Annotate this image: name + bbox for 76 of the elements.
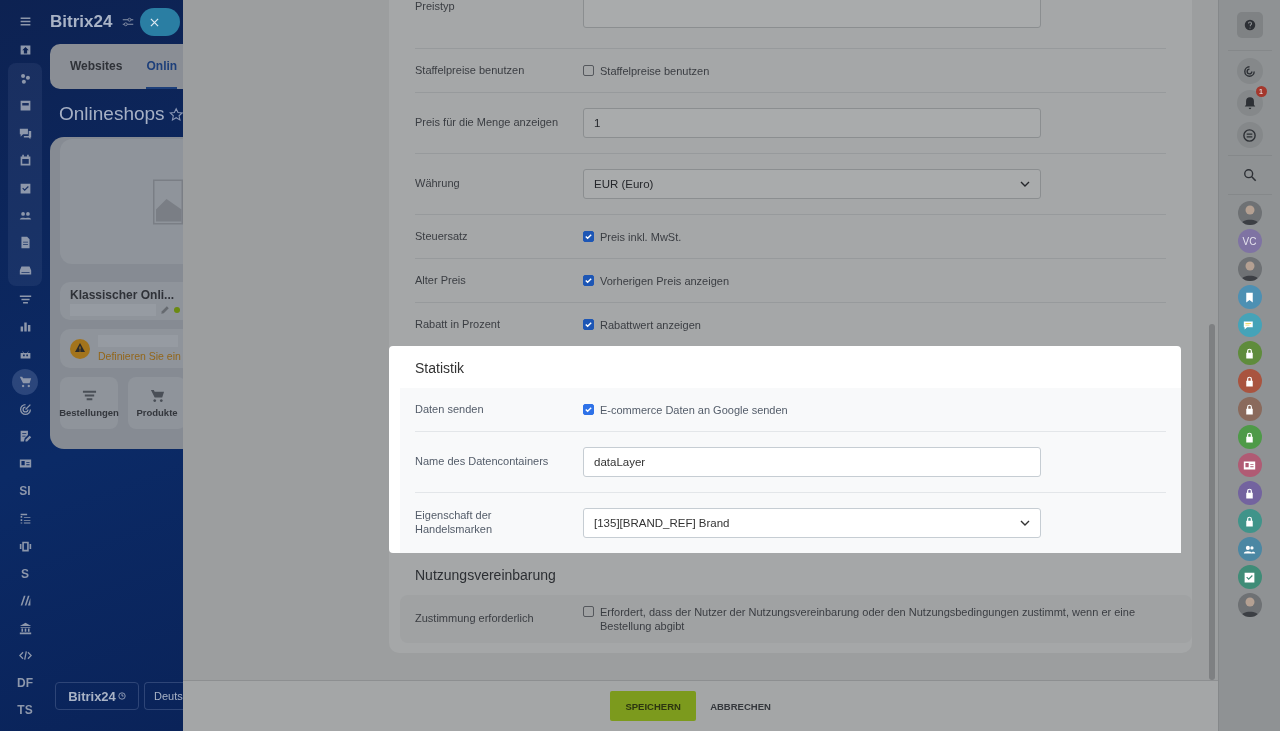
avatar[interactable] — [1237, 593, 1262, 617]
shop-tile[interactable]: Klassischer Onli... — [60, 282, 183, 320]
field-label: Daten senden — [415, 402, 485, 417]
save-button[interactable]: SPEICHERN — [610, 691, 697, 721]
cart-icon — [149, 388, 165, 403]
lock-icon — [1243, 486, 1256, 500]
avatar[interactable] — [1237, 201, 1262, 225]
field-label: Rabatt in Prozent — [415, 317, 501, 332]
shop-name: Klassischer Onli... — [70, 288, 176, 302]
close-icon — [149, 17, 159, 27]
avatar[interactable]: VC — [1237, 229, 1262, 253]
logo-button[interactable]: Bitrix24 — [55, 682, 139, 710]
checkbox[interactable] — [583, 274, 594, 286]
field-label: Name des Datencontainers — [415, 455, 550, 469]
lock-icon — [1243, 514, 1256, 528]
input-field[interactable]: 1 — [583, 108, 1041, 138]
page-title: Onlineshops — [59, 103, 165, 125]
warning-icon — [70, 338, 90, 359]
field-label: Preis für die Menge anzeigen — [415, 116, 560, 130]
chevron-icon — [1020, 181, 1030, 187]
check-icon — [1243, 570, 1256, 584]
filter-icon — [81, 388, 97, 403]
nav-label[interactable]: DF — [17, 676, 33, 691]
nav-label[interactable]: TS — [17, 703, 33, 718]
cart-icon[interactable] — [12, 368, 38, 395]
field-label: Zustimmung erforderlich — [415, 612, 535, 626]
checkbox-label[interactable]: Rabattwert anzeigen — [600, 317, 701, 332]
lock-icon — [1243, 430, 1256, 444]
field-label: Währung — [415, 177, 461, 191]
checkbox[interactable] — [583, 318, 594, 330]
checkbox[interactable] — [583, 230, 594, 242]
checkbox-label[interactable]: Vorherigen Preis anzeigen — [600, 273, 730, 288]
nav-label[interactable]: SI — [19, 484, 31, 499]
lock-icon — [1243, 402, 1256, 416]
select-field[interactable]: [135][BRAND_REF] Brand — [583, 508, 1041, 538]
cancel-button[interactable]: ABBRECHEN — [700, 700, 781, 712]
scrollbar-thumb[interactable] — [1209, 324, 1215, 680]
chevron-icon — [1020, 520, 1030, 526]
lock-icon — [1243, 374, 1256, 388]
bookmark-icon — [1243, 290, 1256, 304]
spiral-icon[interactable] — [1236, 58, 1263, 84]
nav-label[interactable]: S — [21, 566, 29, 581]
checkbox-label[interactable]: Erfordert, dass der Nutzer der Nutzungsvereinbarung oder den Nutzungsbedingungen zustimmt, wenn er eine Bestellung abgibt — [600, 605, 1160, 633]
clock-icon — [117, 692, 126, 700]
lock-icon — [1243, 346, 1256, 360]
shortcut-button[interactable]: Bestellungen — [60, 377, 118, 429]
checkbox-label[interactable]: E-commerce Daten an Google senden — [600, 402, 788, 417]
star-icon[interactable] — [168, 106, 183, 122]
checkbox-label[interactable]: Staffelpreise benutzen — [600, 63, 710, 78]
question-icon — [1243, 19, 1256, 31]
logo: Bitrix24 — [50, 12, 113, 32]
field-label: Staffelpreise benutzen — [415, 63, 526, 78]
avatar[interactable] — [1237, 257, 1262, 281]
section-title: Statistik — [415, 360, 464, 376]
sliders-icon[interactable] — [122, 16, 135, 28]
field-label: Alter Preis — [415, 273, 467, 288]
field-label: Preistyp — [415, 0, 456, 14]
close-button[interactable] — [140, 8, 181, 36]
bell-icon — [1242, 96, 1257, 110]
checkbox[interactable] — [583, 606, 594, 617]
card-icon — [1243, 458, 1256, 472]
input-field[interactable]: dataLayer — [583, 447, 1041, 477]
field-label: Eigenschaft der Handelsmarken — [415, 509, 494, 537]
tab[interactable]: Onlin — [146, 44, 178, 89]
chat-icon — [1243, 318, 1256, 332]
help-button[interactable] — [1236, 12, 1263, 38]
checkbox[interactable] — [583, 64, 594, 76]
shortcut-button[interactable]: Produkte — [128, 377, 183, 429]
chat-icon[interactable] — [1236, 122, 1263, 148]
checkbox[interactable] — [583, 403, 594, 415]
field-label: Steuersatz — [415, 229, 469, 244]
tab[interactable]: Websites — [70, 44, 123, 89]
select-field[interactable]: EUR (Euro) — [583, 169, 1041, 199]
section-title: Nutzungsvereinbarung — [415, 567, 556, 583]
checkbox-label[interactable]: Preis inkl. MwSt. — [600, 229, 682, 244]
notification-badge: 1 — [1255, 86, 1267, 97]
